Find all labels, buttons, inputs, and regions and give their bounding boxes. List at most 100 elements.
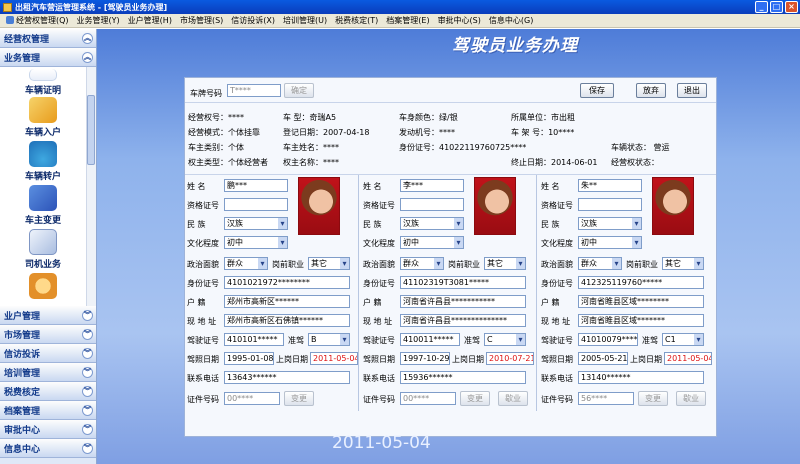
phone-input[interactable]: 13643****** <box>224 371 350 384</box>
onduty-date-input[interactable]: 2011-05-04 <box>310 352 358 365</box>
chevron-down-icon[interactable]: ︾ <box>82 309 93 321</box>
license-input[interactable]: 41010079***** <box>578 333 638 346</box>
save-button[interactable]: 保存 <box>580 83 614 98</box>
menu-item[interactable]: 业户管理(H) <box>124 15 176 26</box>
id-number-input[interactable]: 41102319T3081***** <box>400 276 526 289</box>
change-button[interactable]: 变更 <box>460 391 490 406</box>
change-button[interactable]: 变更 <box>638 391 668 406</box>
license-input[interactable]: 410101***** <box>224 333 284 346</box>
address-input[interactable]: 河南省许昌县************** <box>400 314 526 327</box>
menu-item[interactable]: 审批中心(S) <box>434 15 485 26</box>
plate-input[interactable]: T**** <box>227 84 281 97</box>
chevron-down-icon[interactable]: ︾ <box>82 328 93 340</box>
change-button[interactable]: 变更 <box>284 391 314 406</box>
sidebar-item[interactable]: 车辆转户 <box>0 141 86 182</box>
prejob-select[interactable]: 其它 <box>662 257 704 270</box>
chevron-down-icon[interactable]: ︾ <box>82 347 93 359</box>
license-input[interactable]: 410011***** <box>400 333 460 346</box>
menu-item[interactable]: 培训管理(U) <box>279 15 331 26</box>
name-input[interactable]: 鹏*** <box>224 179 288 192</box>
household-input[interactable]: 河南省睢县区域******** <box>578 295 704 308</box>
close-button[interactable]: × <box>785 1 798 13</box>
license-class-select[interactable]: C1 <box>662 333 704 346</box>
name-input[interactable]: 朱** <box>578 179 642 192</box>
cert-input[interactable] <box>224 198 288 211</box>
politic-select[interactable]: 群众 <box>224 257 268 270</box>
maximize-button[interactable]: □ <box>770 1 783 13</box>
doc-number-input[interactable]: 56**** <box>578 392 634 405</box>
sidebar-section-header[interactable]: 业户管理 ︾ <box>0 306 96 325</box>
onduty-date-input[interactable]: 2011-05-04 <box>664 352 712 365</box>
menu-item[interactable]: 信息中心(G) <box>485 15 537 26</box>
nation-select[interactable]: 汉族 <box>578 217 642 230</box>
exit-button[interactable]: 退出 <box>677 83 707 98</box>
license-date-input[interactable]: 2005-05-21 <box>578 352 628 365</box>
nation-select[interactable]: 汉族 <box>400 217 464 230</box>
sidebar-item[interactable]: 司机业务 <box>0 229 86 270</box>
nation-select[interactable]: 汉族 <box>224 217 288 230</box>
prejob-select[interactable]: 其它 <box>308 257 350 270</box>
sidebar-section-header[interactable]: 审批中心 ︾ <box>0 420 96 439</box>
chevron-down-icon[interactable]: ︾ <box>82 385 93 397</box>
name-input[interactable]: 李*** <box>400 179 464 192</box>
sidebar-item[interactable] <box>0 273 86 301</box>
cert-input[interactable] <box>578 198 642 211</box>
education-select[interactable]: 初中 <box>224 236 288 249</box>
sidebar-item[interactable]: 车辆证明 <box>0 69 86 96</box>
sidebar-section-header[interactable]: 信息中心 ︾ <box>0 439 96 458</box>
household-input[interactable]: 河南省许昌县*********** <box>400 295 526 308</box>
sidebar-section-header[interactable]: 市场管理 ︾ <box>0 325 96 344</box>
discard-button[interactable]: 放弃 <box>636 83 666 98</box>
license-class-select[interactable]: B <box>308 333 350 346</box>
sidebar-section-header[interactable]: 业务管理 ︽ <box>0 48 96 67</box>
education-select[interactable]: 初中 <box>400 236 464 249</box>
id-number-input[interactable]: 4101021972******** <box>224 276 350 289</box>
sidebar-section-header[interactable]: 税费核定 ︾ <box>0 382 96 401</box>
sidebar-section-header[interactable]: 培训管理 ︾ <box>0 363 96 382</box>
menu-item[interactable]: 档案管理(E) <box>382 15 433 26</box>
confirm-button[interactable]: 确定 <box>284 83 314 98</box>
banner: 驾驶员业务办理 <box>97 29 800 59</box>
onduty-date-input[interactable]: 2010-07-21 <box>486 352 534 365</box>
menu-item[interactable]: 市场管理(S) <box>176 15 227 26</box>
politic-select[interactable]: 群众 <box>578 257 622 270</box>
minimize-button[interactable]: _ <box>755 1 768 13</box>
menu-item[interactable]: 业务管理(Y) <box>73 15 124 26</box>
menu-item[interactable]: 经营权管理(Q) <box>2 15 73 26</box>
id-number-input[interactable]: 412325119760***** <box>578 276 704 289</box>
release-button[interactable]: 歇业 <box>498 391 528 406</box>
sidebar-section-header[interactable]: 档案管理 ︾ <box>0 401 96 420</box>
education-select[interactable]: 初中 <box>578 236 642 249</box>
chevron-up-icon[interactable]: ︽ <box>82 51 93 63</box>
info-text: 车主姓名：**** <box>283 143 339 152</box>
doc-number-input[interactable]: 00**** <box>400 392 456 405</box>
chevron-down-icon[interactable]: ︾ <box>82 442 93 454</box>
sidebar-item[interactable]: 车主变更 <box>0 185 86 226</box>
scrollbar-thumb[interactable] <box>87 95 95 165</box>
phone-input[interactable]: 15936****** <box>400 371 526 384</box>
menu-item[interactable]: 税费核定(T) <box>331 15 382 26</box>
prejob-select[interactable]: 其它 <box>484 257 526 270</box>
sidebar-section-header[interactable]: 经营权管理 ︽ <box>0 29 96 48</box>
cert-input[interactable] <box>400 198 464 211</box>
politic-select[interactable]: 群众 <box>400 257 444 270</box>
chevron-down-icon[interactable]: ︾ <box>82 366 93 378</box>
license-class-select[interactable]: C <box>484 333 526 346</box>
address-input[interactable]: 河南省睢县区域******* <box>578 314 704 327</box>
sidebar-item[interactable]: 车辆入户 <box>0 97 86 138</box>
divider <box>185 174 716 175</box>
chevron-down-icon[interactable]: ︾ <box>82 423 93 435</box>
chevron-up-icon[interactable]: ︽ <box>82 32 93 44</box>
phone-input[interactable]: 13140****** <box>578 371 704 384</box>
chevron-down-icon[interactable]: ︾ <box>82 404 93 416</box>
doc-number-input[interactable]: 00**** <box>224 392 280 405</box>
license-date-input[interactable]: 1995-01-08 <box>224 352 274 365</box>
sidebar-scrollbar[interactable] <box>86 67 96 306</box>
license-date-input[interactable]: 1997-10-29 <box>400 352 450 365</box>
household-input[interactable]: 郑州市高新区****** <box>224 295 350 308</box>
doc-number-label: 证件号码 <box>541 395 573 404</box>
address-input[interactable]: 郑州市高新区石佛镇****** <box>224 314 350 327</box>
sidebar-section-header[interactable]: 信访投诉 ︾ <box>0 344 96 363</box>
menu-item[interactable]: 信访投诉(X) <box>227 15 279 26</box>
release-button[interactable]: 歇业 <box>676 391 706 406</box>
